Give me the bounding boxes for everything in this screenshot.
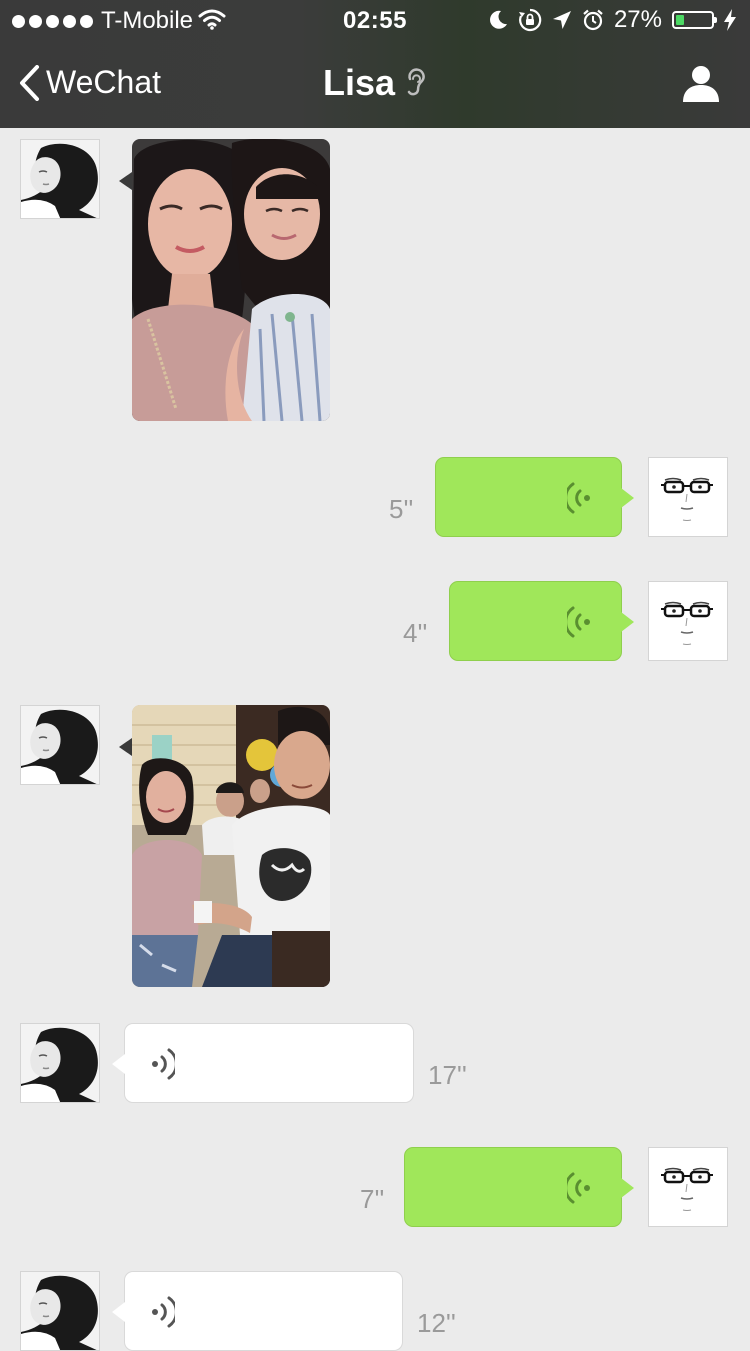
- profile-icon: [683, 66, 719, 102]
- avatar-me[interactable]: [648, 581, 728, 661]
- voice-message[interactable]: [112, 1023, 414, 1103]
- nav-bar: WeChat Lisa: [0, 40, 750, 128]
- status-right-group: 27%: [488, 6, 736, 34]
- photo-message[interactable]: [132, 139, 330, 421]
- charging-icon: [724, 9, 736, 31]
- voice-wave-icon: [567, 482, 590, 514]
- voice-message[interactable]: [404, 1147, 634, 1227]
- voice-wave-icon: [152, 1296, 175, 1328]
- moon-icon: [490, 10, 507, 29]
- photo-bubble-tail: [119, 738, 132, 756]
- avatar-lisa[interactable]: [20, 139, 100, 219]
- avatar-me[interactable]: [648, 1147, 728, 1227]
- location-icon: [552, 11, 571, 29]
- chat-title: Lisa: [0, 62, 750, 104]
- voice-duration: 7'': [360, 1184, 385, 1214]
- voice-wave-icon: [567, 606, 590, 638]
- photo-message[interactable]: [132, 705, 330, 987]
- voice-duration: 12'': [417, 1308, 456, 1338]
- voice-message[interactable]: [449, 581, 634, 661]
- battery-percent: 27%: [613, 6, 662, 33]
- profile-button[interactable]: [682, 64, 720, 107]
- alarm-icon: [583, 9, 603, 31]
- voice-wave-icon: [152, 1048, 175, 1080]
- avatar-lisa[interactable]: [20, 1271, 100, 1351]
- chat-area[interactable]: 5'' 4'' 17'' 7'' 12'': [0, 128, 750, 1351]
- header: T-Mobile 02:55 27% WeChat Lisa: [0, 0, 750, 128]
- voice-duration: 17'': [428, 1060, 467, 1090]
- battery-icon: [672, 11, 717, 29]
- voice-wave-icon: [567, 1172, 590, 1204]
- avatar-lisa[interactable]: [20, 1023, 100, 1103]
- avatar-lisa[interactable]: [20, 705, 100, 785]
- chat-title-text: Lisa: [322, 62, 396, 103]
- voice-duration: 4'': [403, 618, 428, 648]
- photo-bubble-tail: [119, 172, 132, 190]
- earpiece-icon: [407, 68, 425, 96]
- voice-message[interactable]: [112, 1271, 403, 1351]
- voice-duration: 5'': [389, 494, 414, 524]
- avatar-me[interactable]: [648, 457, 728, 537]
- status-bar: T-Mobile 02:55 27%: [0, 0, 750, 40]
- voice-message[interactable]: [435, 457, 634, 537]
- rotation-lock-icon: [518, 8, 542, 32]
